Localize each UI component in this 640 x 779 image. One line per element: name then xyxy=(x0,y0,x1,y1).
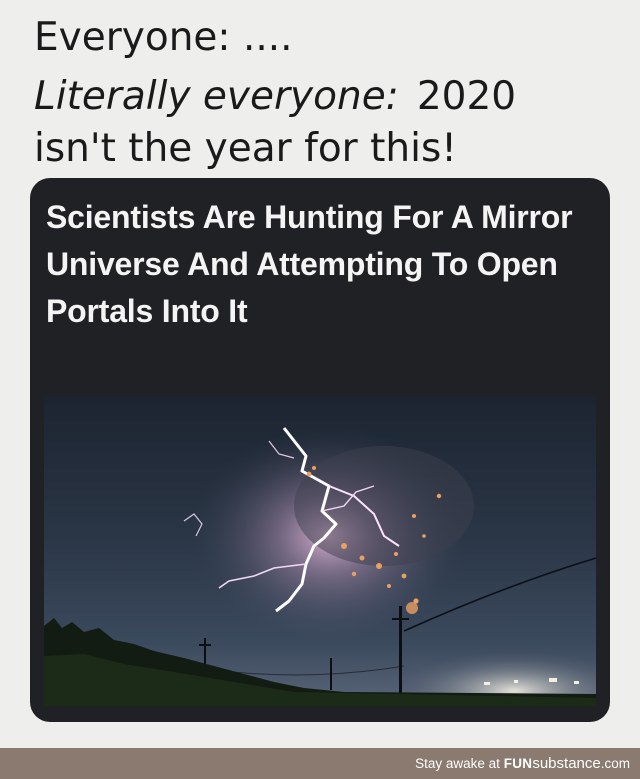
lightning-photo[interactable] xyxy=(44,396,596,706)
article-card[interactable]: Scientists Are Hunting For A Mirror Univ… xyxy=(30,178,610,722)
caption-year: 2020 xyxy=(416,74,517,119)
caption-line-2: Literally everyone: 2020 xyxy=(34,77,516,116)
article-headline[interactable]: Scientists Are Hunting For A Mirror Univ… xyxy=(46,194,586,335)
watermark-prefix: Stay awake at xyxy=(415,756,504,771)
watermark-text[interactable]: Stay awake at FUNsubstance.com xyxy=(415,755,630,772)
caption-line-3: isn't the year for this! xyxy=(34,126,457,171)
watermark-brand-rest: substance xyxy=(532,755,601,772)
watermark-bar: Stay awake at FUNsubstance.com xyxy=(0,748,640,779)
watermark-suffix: .com xyxy=(600,756,630,771)
watermark-brand-bold: FUN xyxy=(503,756,533,771)
caption-literally-everyone: Literally everyone: xyxy=(34,74,399,119)
caption-line-1: Everyone: .... xyxy=(34,15,293,60)
